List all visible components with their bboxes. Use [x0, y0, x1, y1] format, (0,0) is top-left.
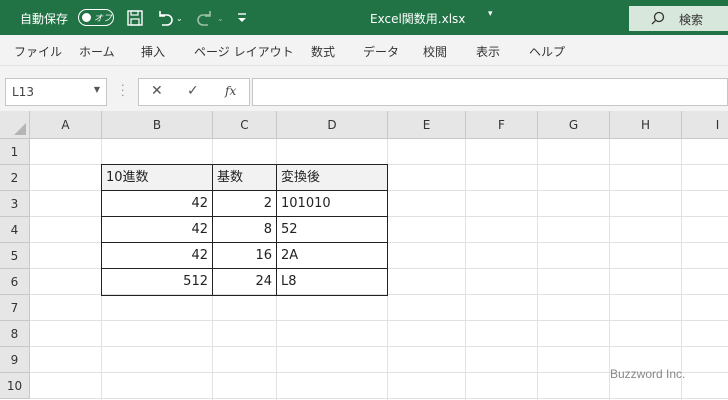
search-box[interactable]: 検索 [629, 6, 728, 31]
row-header-3[interactable]: 3 [0, 191, 30, 217]
gridline [609, 139, 610, 400]
title-bar: 自動保存 オフ ⌄ ⌄ Excel関数用.xlsx ▾ 検索 [0, 0, 728, 35]
gridline [465, 139, 466, 400]
name-box[interactable]: L13 ▼ [5, 78, 107, 106]
row-header-5[interactable]: 5 [0, 243, 30, 269]
tab-home[interactable]: ホーム [79, 43, 115, 60]
column-header-d[interactable]: D [277, 111, 388, 139]
column-header-g[interactable]: G [538, 111, 610, 139]
column-header-e[interactable]: E [388, 111, 466, 139]
column-header-i[interactable]: I [682, 111, 728, 139]
undo-dropdown-icon[interactable]: ⌄ [176, 8, 183, 28]
select-all-icon [14, 123, 26, 135]
row-header-6[interactable]: 6 [0, 269, 30, 295]
redo-icon [195, 8, 215, 28]
column-header-a[interactable]: A [30, 111, 102, 139]
watermark: Buzzword Inc. [610, 367, 686, 381]
gridline [30, 320, 728, 321]
ribbon-tabs: ファイル ホーム 挿入 ページ レイアウト 数式 データ 校閲 表示 ヘルプ [0, 35, 728, 65]
formula-input[interactable] [252, 78, 728, 106]
search-label: 検索 [679, 13, 704, 27]
title-dropdown-icon[interactable]: ▾ [488, 9, 493, 19]
column-header-h[interactable]: H [610, 111, 682, 139]
row-header-2[interactable]: 2 [0, 165, 30, 191]
cancel-icon[interactable]: ✕ [151, 83, 163, 103]
sheet-grid[interactable]: A B C D E F G H I 1 2 3 4 5 6 7 8 9 10 1… [0, 111, 728, 400]
autosave-label: 自動保存 [20, 12, 69, 26]
column-header-f[interactable]: F [466, 111, 538, 139]
table-divider [101, 242, 388, 243]
table-divider [101, 216, 388, 217]
insert-function-icon[interactable]: fx [225, 84, 236, 98]
row-header-1[interactable]: 1 [0, 139, 30, 165]
table-divider [101, 268, 388, 269]
autosave-state: オフ [94, 14, 113, 24]
formula-buttons: ✕ ✓ fx [138, 78, 250, 106]
customize-quick-access-icon[interactable] [237, 8, 247, 28]
toggle-knob [82, 13, 91, 22]
select-all-button[interactable] [0, 111, 30, 139]
redo-dropdown-icon: ⌄ [217, 13, 224, 23]
file-title[interactable]: Excel関数用.xlsx [370, 10, 465, 27]
tab-help[interactable]: ヘルプ [529, 43, 565, 60]
gridline [681, 139, 682, 400]
autosave-toggle[interactable]: オフ [78, 9, 114, 26]
gridline [537, 139, 538, 400]
table-divider [101, 190, 388, 191]
table-outline [101, 164, 388, 296]
more-options-icon[interactable]: · · · [121, 80, 125, 101]
name-box-dropdown-icon[interactable]: ▼ [94, 85, 100, 94]
tab-review[interactable]: 校閲 [423, 43, 447, 60]
save-icon[interactable] [126, 8, 144, 28]
row-header-7[interactable]: 7 [0, 295, 30, 321]
table-divider [276, 164, 277, 296]
name-box-value: L13 [12, 85, 34, 99]
row-header-10[interactable]: 10 [0, 373, 30, 399]
tab-formulas[interactable]: 数式 [311, 43, 335, 60]
table-divider [212, 164, 213, 296]
tab-page-layout[interactable]: ページ レイアウト [194, 43, 294, 60]
row-header-9[interactable]: 9 [0, 347, 30, 373]
column-header-b[interactable]: B [102, 111, 213, 139]
enter-icon[interactable]: ✓ [187, 83, 199, 103]
undo-icon[interactable] [155, 8, 175, 28]
gridline [30, 398, 728, 399]
tab-insert[interactable]: 挿入 [141, 43, 165, 60]
search-icon [651, 11, 665, 28]
tab-file[interactable]: ファイル [14, 43, 62, 60]
row-header-8[interactable]: 8 [0, 321, 30, 347]
tab-data[interactable]: データ [363, 43, 399, 60]
formula-bar: L13 ▼ · · · ✕ ✓ fx [0, 65, 728, 111]
column-header-c[interactable]: C [213, 111, 277, 139]
row-header-4[interactable]: 4 [0, 217, 30, 243]
gridline [30, 346, 728, 347]
tab-view[interactable]: 表示 [476, 43, 500, 60]
